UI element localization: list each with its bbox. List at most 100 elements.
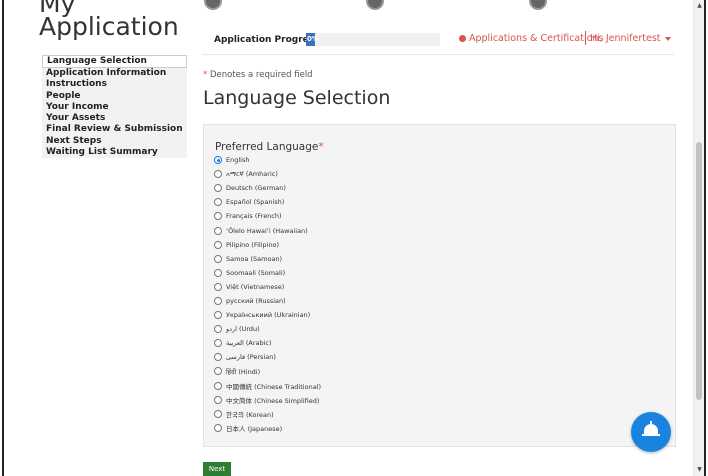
radio-button[interactable] (214, 156, 222, 165)
sidebar-nav: Language Selection Application Informati… (42, 55, 187, 159)
language-option[interactable]: አማርኛ (Amharic) (214, 167, 321, 181)
language-option-label: Samoa (Samoan) (226, 254, 283, 263)
user-menu-label: Hi, Jennifertest (590, 33, 661, 44)
radio-button[interactable] (214, 240, 222, 249)
radio-button[interactable] (214, 381, 222, 390)
step-circle-icon (204, 0, 222, 10)
language-option-label: English (226, 156, 250, 165)
radio-button[interactable] (214, 409, 222, 418)
progress-label: Application Progress (214, 35, 320, 45)
language-panel: Preferred Language* English አማርኛ (Amharic… (203, 124, 676, 447)
language-option[interactable]: 日本人 (Japanese) (214, 421, 321, 435)
sidebar-item-next-steps[interactable]: Next Steps (42, 135, 187, 148)
step-circle-icon (529, 0, 547, 10)
bell-icon (642, 421, 660, 436)
progress-fill: 0% (306, 33, 319, 46)
status-dot-icon (459, 35, 466, 42)
sidebar-item-application-information[interactable]: Application Information (42, 68, 187, 80)
language-option[interactable]: فارسی (Persian) (214, 350, 321, 364)
required-field-note: * Denotes a required field (203, 70, 313, 80)
language-option[interactable]: русский (Russian) (214, 294, 321, 308)
sidebar-item-your-assets[interactable]: Your Assets (42, 113, 187, 125)
radio-button[interactable] (214, 254, 222, 263)
language-option-label: Deutsch (German) (226, 184, 286, 193)
language-radio-group: English አማርኛ (Amharic) Deutsch (German) Esp… (214, 153, 321, 435)
language-option-label: 中文简体 (Chinese Simplified) (226, 396, 320, 405)
language-option[interactable]: اردو (Urdu) (214, 322, 321, 336)
scroll-down-arrow-icon[interactable]: ▼ (694, 464, 704, 476)
sidebar-item-language-selection[interactable]: Language Selection (42, 55, 187, 68)
radio-button[interactable] (214, 339, 222, 348)
radio-button[interactable] (214, 184, 222, 193)
header-bar: Application Progress 0% Applications & C… (202, 29, 674, 55)
radio-button[interactable] (214, 395, 222, 404)
language-option[interactable]: 한국의 (Korean) (214, 407, 321, 421)
radio-button[interactable] (214, 170, 222, 179)
next-button[interactable]: Next (203, 462, 231, 476)
sidebar-item-people[interactable]: People (42, 90, 187, 102)
required-note-text: Denotes a required field (207, 70, 313, 80)
language-option-label: 中國傳統 (Chinese Traditional) (226, 382, 322, 391)
language-option-label: Việt (Vietnamese) (226, 282, 285, 291)
step-circle-icon (366, 0, 384, 10)
radio-button[interactable] (214, 212, 222, 221)
radio-button[interactable] (214, 226, 222, 235)
language-option[interactable]: Deutsch (German) (214, 181, 321, 195)
caret-down-icon (664, 36, 671, 41)
language-option-label: 한국의 (Korean) (226, 410, 274, 419)
preferred-language-required-star: * (318, 141, 324, 153)
language-option-label: русский (Russian) (226, 296, 286, 305)
language-option-label: Pilipino (Filipino) (226, 240, 280, 249)
language-option[interactable]: 中國傳統 (Chinese Traditional) (214, 379, 321, 393)
app-title: My Application (39, 0, 179, 41)
language-option-label: العربية (Arabic) (226, 339, 272, 348)
preferred-language-label: Preferred Language* (215, 141, 324, 153)
language-option[interactable]: Samoa (Samoan) (214, 252, 321, 266)
language-option-label: Français (French) (226, 212, 282, 221)
preferred-language-text: Preferred Language (215, 141, 319, 153)
language-option[interactable]: Español (Spanish) (214, 195, 321, 209)
page-title: Language Selection (203, 87, 391, 109)
radio-button[interactable] (214, 367, 222, 376)
radio-button[interactable] (214, 353, 222, 362)
language-option-label: አማርኛ (Amharic) (226, 169, 278, 178)
sidebar-item-your-income[interactable]: Your Income (42, 101, 187, 114)
language-option[interactable]: Việt (Vietnamese) (214, 280, 321, 294)
radio-button[interactable] (214, 282, 222, 291)
language-option[interactable]: English (214, 153, 321, 167)
radio-button[interactable] (214, 311, 222, 320)
sidebar-item-final-review[interactable]: Final Review & Submission (42, 124, 187, 136)
language-option-label: हिंदी (Hindi) (226, 367, 261, 376)
language-option[interactable]: Français (French) (214, 209, 321, 223)
user-menu[interactable]: Hi, Jennifertest (590, 33, 671, 44)
language-option-label: فارسی (Persian) (226, 353, 276, 362)
radio-button[interactable] (214, 268, 222, 277)
sidebar-item-instructions[interactable]: Instructions (42, 79, 187, 91)
language-option-label: Українськиий (Ukrainian) (226, 311, 311, 320)
language-option[interactable]: Soomaali (Somali) (214, 266, 321, 280)
language-option-label: ʻŌlelo Hawaiʻi (Hawaiian) (226, 226, 308, 235)
language-option[interactable]: 中文简体 (Chinese Simplified) (214, 393, 321, 407)
language-option[interactable]: ʻŌlelo Hawaiʻi (Hawaiian) (214, 223, 321, 237)
language-option[interactable]: Pilipino (Filipino) (214, 238, 321, 252)
progress-value: 0% (307, 35, 319, 43)
language-option-label: 日本人 (Japanese) (226, 424, 283, 433)
radio-button[interactable] (214, 198, 222, 207)
language-option-label: Soomaali (Somali) (226, 268, 286, 277)
scrollbar-thumb[interactable] (696, 142, 702, 400)
header-divider (585, 31, 586, 45)
radio-button[interactable] (214, 325, 222, 334)
language-option-label: Español (Spanish) (226, 198, 285, 207)
language-option[interactable]: العربية (Arabic) (214, 336, 321, 350)
radio-button[interactable] (214, 423, 222, 432)
progress-bar: 0% (306, 33, 440, 46)
scrollbar[interactable]: ▲ ▼ (693, 0, 704, 476)
sidebar-item-waiting-list[interactable]: Waiting List Summary (42, 147, 187, 159)
browser-frame: My Application Language Selection Applic… (2, 0, 706, 476)
applications-certifications-link[interactable]: Applications & Certifications (469, 33, 603, 44)
radio-button[interactable] (214, 296, 222, 305)
scroll-up-arrow-icon[interactable]: ▲ (694, 0, 704, 12)
language-option[interactable]: Українськиий (Ukrainian) (214, 308, 321, 322)
help-fab-button[interactable] (631, 412, 671, 452)
language-option[interactable]: हिंदी (Hindi) (214, 364, 321, 378)
